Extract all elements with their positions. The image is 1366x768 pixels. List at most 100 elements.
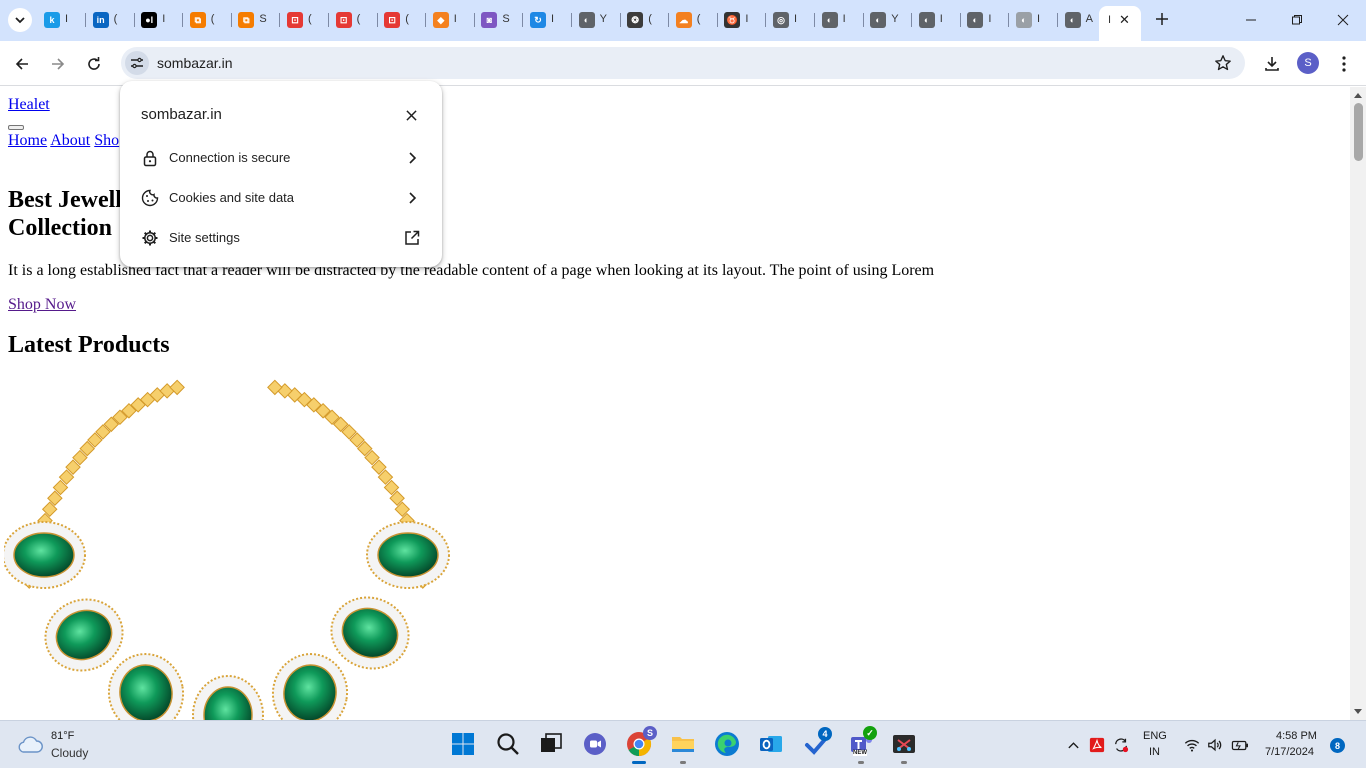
- outlook-button[interactable]: [757, 730, 785, 758]
- weather-temperature[interactable]: 81°F: [51, 730, 74, 742]
- search-button[interactable]: [494, 730, 522, 758]
- connection-secure-item[interactable]: Connection is secure: [120, 137, 442, 177]
- tab-separator: [230, 13, 232, 27]
- browser-tab[interactable]: ◐ I: [1016, 8, 1060, 32]
- scroll-thumb[interactable]: [1354, 103, 1363, 161]
- browser-tab[interactable]: ⊡(: [335, 8, 380, 32]
- wifi-button[interactable]: [1183, 736, 1201, 754]
- tab-title-fragment: I: [1037, 13, 1041, 25]
- tab-separator: [814, 13, 815, 27]
- language-indicator[interactable]: ENG: [1143, 730, 1167, 742]
- browser-tab[interactable]: ⊡(: [287, 8, 331, 32]
- browser-tab[interactable]: ◐ I: [821, 8, 866, 32]
- browser-tab[interactable]: ⧉ S: [238, 8, 282, 32]
- snipping-tool-button[interactable]: [890, 730, 918, 758]
- tab-active[interactable]: I ✕: [1099, 6, 1141, 41]
- tab-separator: [911, 13, 913, 27]
- chevron-right-icon: [409, 152, 417, 164]
- site-info-button[interactable]: [125, 51, 149, 75]
- reload-button[interactable]: [80, 50, 108, 78]
- browser-tab[interactable]: ●I I: [141, 8, 185, 32]
- battery-button[interactable]: [1231, 736, 1249, 754]
- chrome-icon: ◎: [773, 12, 789, 28]
- file-explorer-button[interactable]: [669, 730, 697, 758]
- weather-condition[interactable]: Cloudy: [51, 746, 88, 760]
- hero-title-line-2: Collection: [8, 215, 112, 241]
- site-settings-item[interactable]: Site settings: [120, 217, 442, 257]
- task-view-button[interactable]: [537, 730, 565, 758]
- teams-button[interactable]: ✓ NEW: [847, 726, 877, 758]
- menu-button[interactable]: [1330, 50, 1358, 78]
- tab-separator: [376, 13, 378, 27]
- nav-link-shop[interactable]: Sho: [94, 132, 119, 149]
- back-button[interactable]: [8, 50, 36, 78]
- show-hidden-icons-button[interactable]: [1064, 736, 1082, 754]
- close-tab-icon[interactable]: ✕: [1119, 12, 1130, 28]
- tab-separator: [279, 13, 281, 27]
- browser-tab[interactable]: ☁(: [675, 8, 720, 32]
- forward-button[interactable]: [44, 50, 72, 78]
- downloads-button[interactable]: [1258, 50, 1286, 78]
- tab-search-button[interactable]: [8, 8, 32, 32]
- teams-new-label: NEW: [853, 750, 867, 756]
- emerald-necklace-image[interactable]: [4, 375, 450, 720]
- tab-title-fragment: (: [356, 13, 361, 25]
- browser-tab[interactable]: ❂(: [627, 8, 671, 32]
- nav-link-home[interactable]: Home: [8, 132, 47, 149]
- popup-close-button[interactable]: [401, 105, 421, 125]
- todo-button[interactable]: 4: [803, 727, 832, 758]
- cookies-site-data-item[interactable]: Cookies and site data: [120, 177, 442, 217]
- bookmark-button[interactable]: [1213, 53, 1233, 73]
- browser-tab[interactable]: in (: [92, 8, 137, 32]
- browser-tab[interactable]: ◎ I: [773, 8, 817, 32]
- browser-tab[interactable]: ◙ S: [481, 8, 525, 32]
- scroll-down-icon[interactable]: [1354, 709, 1362, 714]
- browser-tab[interactable]: ◐ Y: [578, 8, 623, 32]
- pdf-tool-icon: ⊡: [384, 12, 401, 28]
- browser-tab[interactable]: ◐ I: [918, 8, 963, 32]
- cloud-icon[interactable]: [16, 733, 44, 755]
- emerald-stone: [107, 653, 185, 720]
- volume-button[interactable]: [1206, 736, 1224, 754]
- browser-tab[interactable]: ⧉(: [189, 8, 234, 32]
- tab-title-fragment: S: [502, 13, 510, 25]
- browser-tab[interactable]: ♉ I: [724, 8, 768, 32]
- language-region[interactable]: IN: [1149, 746, 1160, 758]
- browser-tab[interactable]: ◆ I: [432, 8, 477, 32]
- start-button[interactable]: [449, 730, 477, 758]
- acrobat-tray-button[interactable]: [1088, 736, 1106, 754]
- address-bar[interactable]: sombazar.in: [121, 47, 1245, 79]
- profile-avatar[interactable]: S: [1297, 52, 1319, 74]
- browser-tab[interactable]: kI: [44, 8, 88, 32]
- url-text[interactable]: sombazar.in: [157, 55, 232, 71]
- sync-tray-button[interactable]: [1112, 736, 1130, 754]
- active-app-indicator: [632, 761, 646, 764]
- edge-button[interactable]: [713, 730, 741, 758]
- page-scrollbar[interactable]: [1350, 87, 1366, 720]
- shop-now-link[interactable]: Shop Now: [8, 296, 76, 314]
- tab-title-fragment: I: [1108, 14, 1112, 26]
- browser-tab[interactable]: ◐ Y: [870, 8, 914, 32]
- scroll-up-icon[interactable]: [1354, 93, 1362, 98]
- clock-date[interactable]: 7/17/2024: [1265, 746, 1314, 758]
- close-window-button[interactable]: [1320, 6, 1366, 34]
- chevron-right-icon: [409, 192, 417, 204]
- nav-link-about[interactable]: About: [50, 132, 90, 149]
- brand-link[interactable]: Healet: [8, 96, 50, 114]
- notification-badge[interactable]: 8: [1330, 738, 1345, 753]
- reload-icon: [88, 57, 100, 70]
- speaker-icon: [1208, 738, 1222, 752]
- browser-tab[interactable]: ↻ I: [530, 8, 574, 32]
- chrome-taskbar-button[interactable]: S: [625, 726, 657, 758]
- browser-tab[interactable]: ⊡(: [384, 8, 428, 32]
- site-nav: Home About Sho: [8, 132, 119, 150]
- browser-toolbar: sombazar.in S: [0, 41, 1366, 86]
- restore-button[interactable]: [1274, 6, 1320, 34]
- tab-title-fragment: (: [113, 13, 118, 25]
- teams-chat-button[interactable]: [581, 730, 609, 758]
- browser-tab[interactable]: ◐ I: [967, 8, 1011, 32]
- clock-time[interactable]: 4:58 PM: [1276, 730, 1317, 742]
- menu-toggle-button[interactable]: [8, 125, 24, 130]
- new-tab-button[interactable]: [1151, 8, 1173, 30]
- minimize-button[interactable]: [1228, 6, 1274, 34]
